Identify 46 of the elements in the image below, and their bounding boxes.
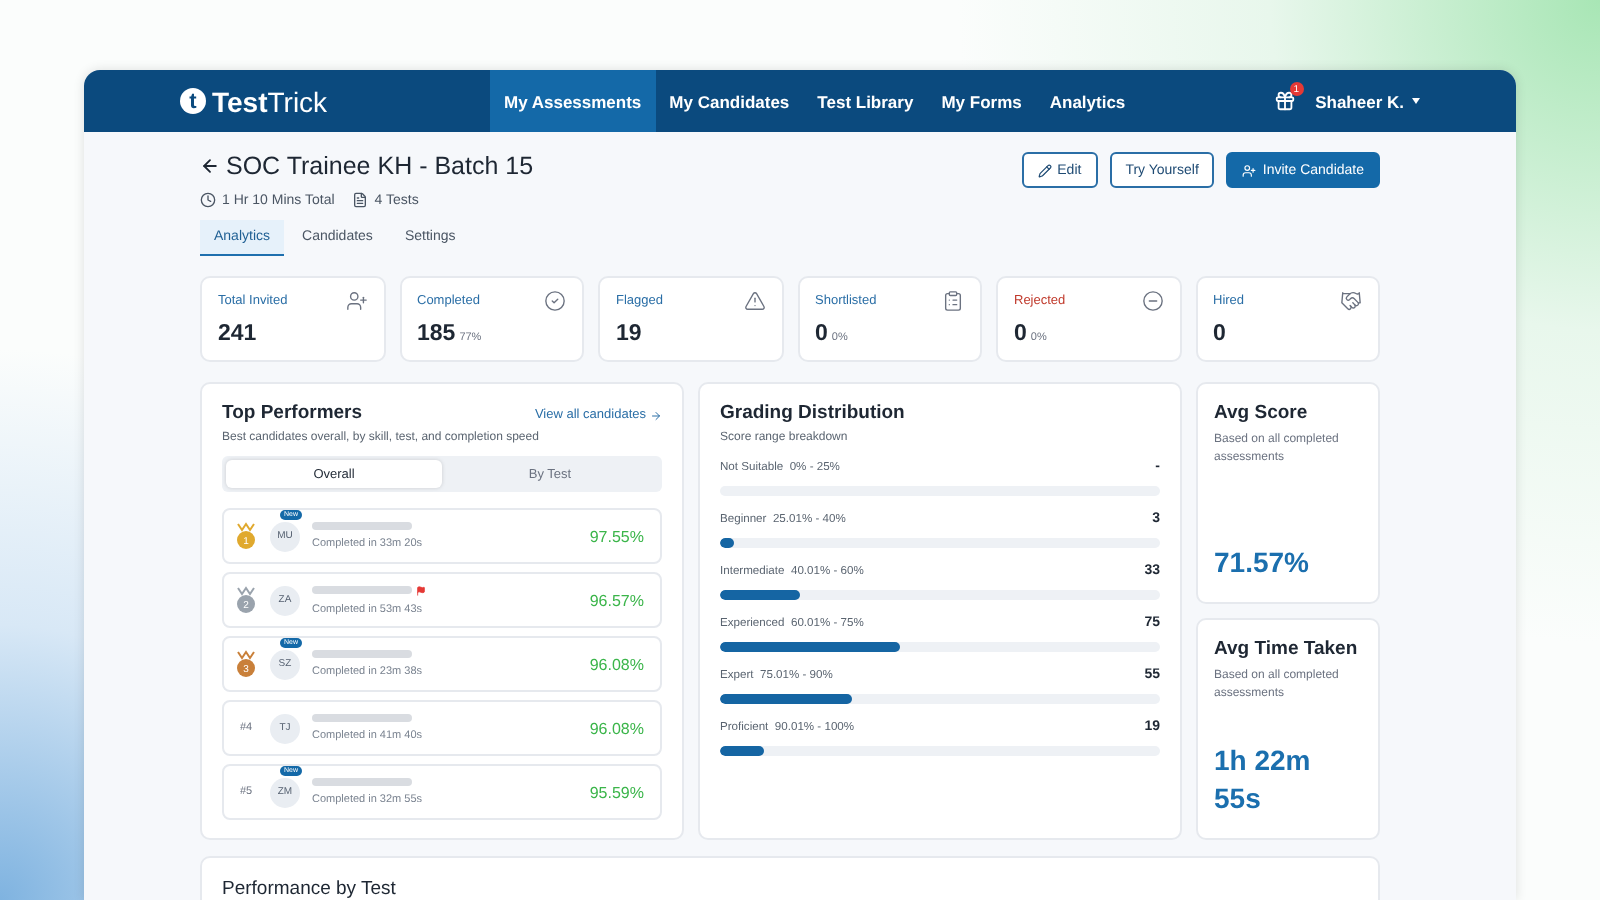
arrow-right-icon <box>650 409 662 421</box>
score-text: 96.08% <box>589 655 644 673</box>
handshake-icon <box>1340 290 1362 312</box>
stat-value: 0 <box>1213 322 1226 346</box>
card-title: Top Performers <box>222 402 363 424</box>
card-title: Grading Distribution <box>720 402 907 424</box>
redacted-name-bar <box>312 522 412 530</box>
stat-value: 19 <box>616 322 642 346</box>
summary-value: 71.57% <box>1214 544 1311 583</box>
user-plus-icon <box>1242 163 1257 177</box>
assessment-title: SOC Trainee KH - Batch 15 <box>226 152 534 180</box>
stat-value: 0 <box>1014 322 1027 346</box>
gift-icon[interactable] <box>1273 90 1296 112</box>
stat-value: 0 <box>815 322 828 346</box>
minus-circle-icon <box>1141 290 1163 312</box>
nav-item[interactable]: My Forms <box>927 70 1036 132</box>
redacted-name-bar <box>312 714 412 722</box>
warning-icon <box>743 290 765 312</box>
user-name[interactable]: Shaheer K. <box>1315 91 1404 111</box>
list-icon <box>942 290 964 312</box>
redacted-name-bar <box>312 778 412 786</box>
clock-icon <box>200 192 216 208</box>
stat-value: 185 <box>417 322 456 346</box>
user-plus-icon <box>345 290 367 312</box>
document-icon <box>352 192 369 208</box>
check-circle-icon <box>544 290 566 312</box>
score-text: 97.55% <box>589 527 644 545</box>
card-title: Performance by Test <box>222 878 396 900</box>
nav-item[interactable]: My Candidates <box>655 70 804 132</box>
redacted-name-bar <box>312 650 412 658</box>
caret-icon[interactable] <box>1412 98 1420 104</box>
back-arrow-icon[interactable] <box>200 156 220 176</box>
score-text: 96.08% <box>589 719 644 737</box>
score-text: 96.57% <box>589 591 644 609</box>
redacted-name-bar <box>312 586 412 594</box>
pencil-icon <box>1037 163 1052 177</box>
nav-item[interactable]: Test Library <box>803 70 928 132</box>
nav-item[interactable]: Analytics <box>1035 70 1140 132</box>
stat-value: 241 <box>218 322 257 346</box>
score-text: 95.59% <box>589 783 644 801</box>
logo-text: TestTrick <box>212 85 328 117</box>
summary-title: Avg Time Taken <box>1214 638 1360 660</box>
summary-title: Avg Score <box>1214 402 1310 424</box>
summary-value: 1h 22m 55s <box>1214 741 1313 819</box>
nav-item[interactable]: My Assessments <box>490 70 656 132</box>
logo-mark: t <box>180 88 206 114</box>
